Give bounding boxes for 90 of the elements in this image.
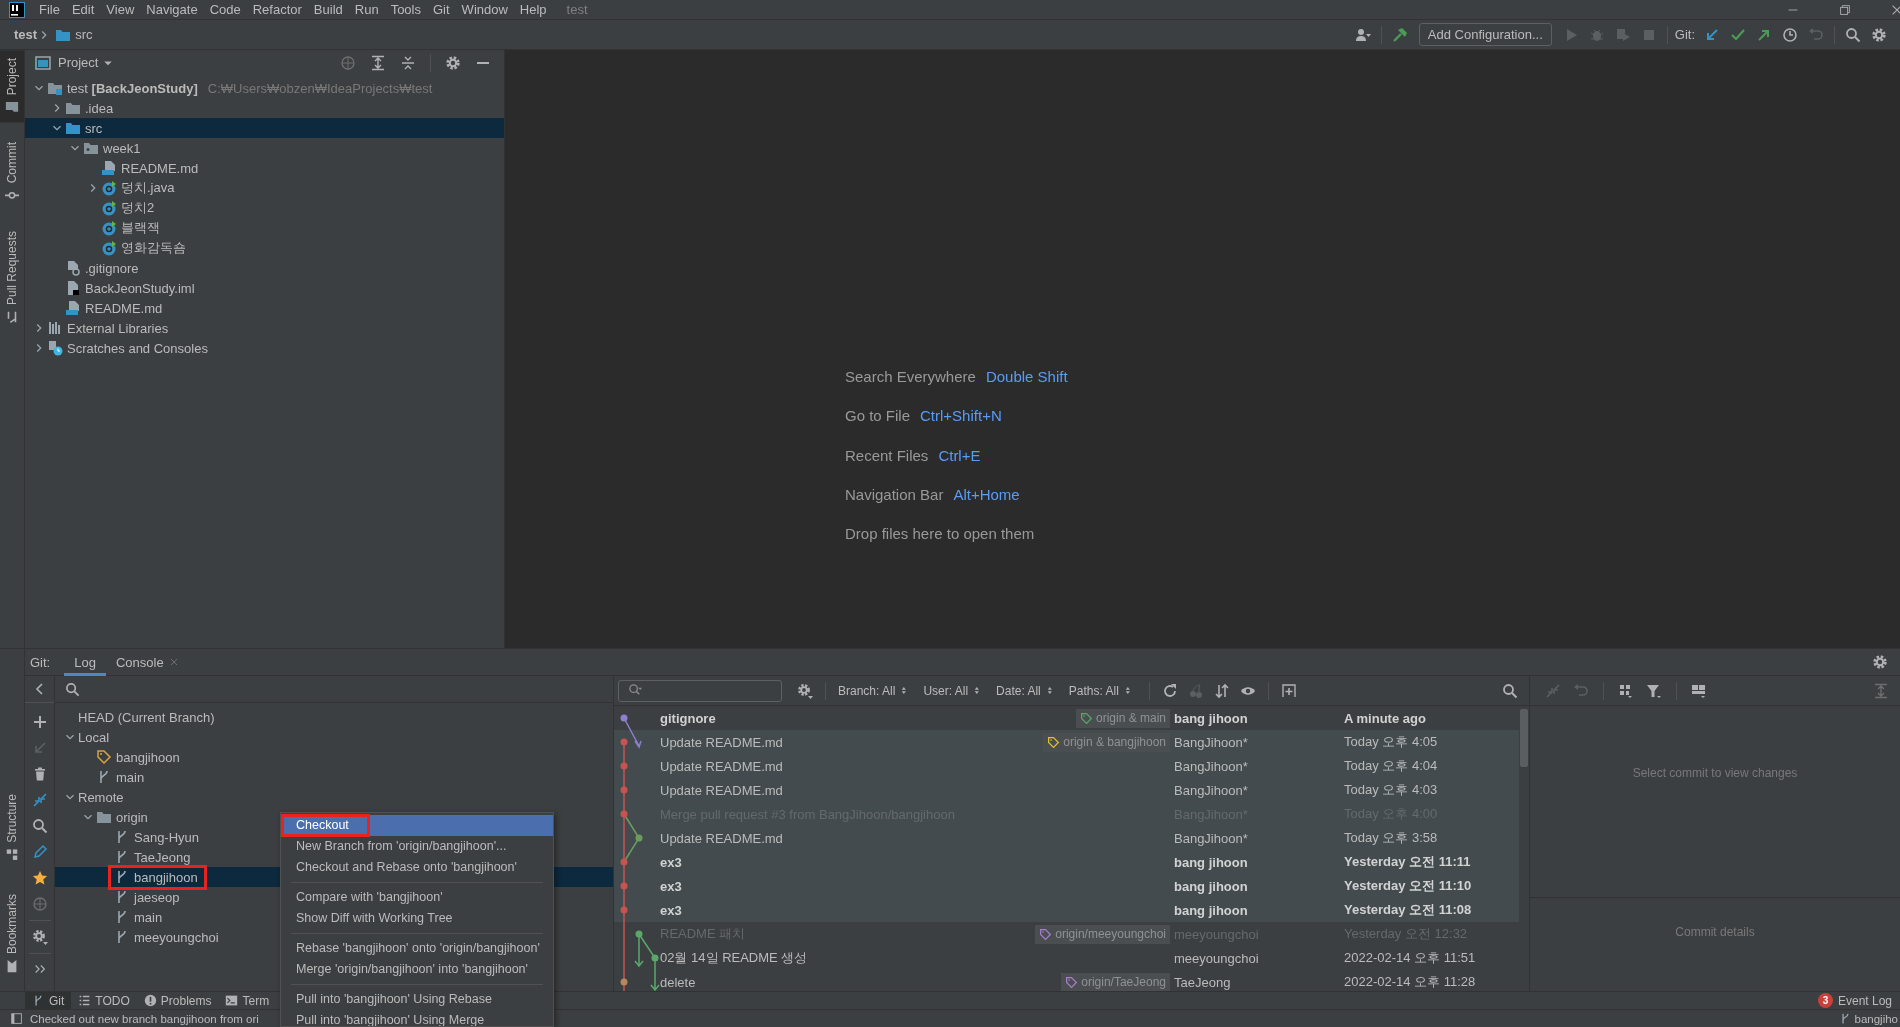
shortcut-text: Alt+Home (953, 485, 1020, 503)
ref-name: origin & main (1095, 711, 1166, 725)
tab-label: Project (5, 58, 19, 96)
tab-label: Pull Requests (5, 230, 19, 305)
tab-label: Git (49, 993, 65, 1008)
file-name: External Libraries (67, 320, 169, 336)
file-name: .idea (85, 100, 114, 116)
branch-name: Remote (78, 789, 124, 805)
count-badge: 3 (1817, 993, 1833, 1008)
shortcut-text: Double Shift (985, 368, 1068, 385)
tab-label: Problems (160, 993, 212, 1008)
commit-message: ex3 (660, 854, 683, 870)
branch-name: HEAD (Current Branch) (78, 709, 215, 725)
file-name: .gitignore (85, 260, 139, 276)
file-name: BackJeonStudy.iml (85, 280, 195, 296)
branch-name: Sang-Hyun (134, 829, 200, 845)
author-name: BangJihoon* (1174, 782, 1249, 798)
button-label: Event Log (1837, 993, 1892, 1008)
file-name: 블랙잭 (121, 219, 160, 237)
author-name: meeyoungchoi (1174, 950, 1260, 966)
author-name: bang jihoon (1174, 902, 1249, 918)
shortcut-text: Ctrl+E (938, 446, 981, 464)
file-path: C:₩Users₩obzen₩IdeaProjects₩test (207, 80, 433, 96)
commit-message: ex3 (660, 878, 683, 894)
author-name: bang jihoon (1174, 710, 1249, 726)
tab-label: Console (115, 654, 164, 670)
status-message: Checked out new branch bangjihoon from ori (30, 1012, 259, 1025)
commit-date: Today 오후 4:05 (1344, 733, 1439, 751)
author-name: BangJihoon* (1174, 830, 1249, 846)
hint-text: Search Everywhere (845, 368, 976, 385)
tab-label: Log (74, 654, 96, 670)
commit-message: Update README.md (660, 782, 784, 798)
tab-label: Commit (5, 142, 19, 184)
file-name: 덩치2 (121, 199, 155, 217)
commit-date: Today 오후 4:04 (1344, 757, 1439, 775)
file-name: week1 (103, 140, 141, 156)
tab-label: TODO (95, 993, 130, 1008)
commit-message: Update README.md (660, 758, 784, 774)
shortcut-text: Ctrl+Shift+N (920, 407, 1002, 425)
file-name: README.md (85, 300, 163, 316)
file-name: README.md (121, 160, 199, 176)
author-name: BangJihoon* (1174, 758, 1249, 774)
author-name: TaeJeong (1174, 974, 1232, 990)
commit-date: Yesterday 오전 11:10 (1344, 877, 1473, 895)
author-name: bang jihoon (1174, 854, 1249, 870)
branch-name: main (134, 909, 163, 925)
commit-message: Update README.md (660, 734, 784, 750)
tab-label: Bookmarks (5, 893, 19, 954)
file-name: 영화감독숌 (121, 239, 186, 257)
commit-date: Today 오후 3:58 (1344, 829, 1439, 847)
ref-name: origin & bangjihoon (1063, 735, 1166, 749)
empty-state-text: Select commit to view changes (1632, 766, 1798, 780)
branch-name: TaeJeong (134, 849, 191, 865)
commit-date: Today 오후 4:03 (1344, 781, 1439, 799)
commit-message: Update README.md (660, 830, 784, 846)
file-name: test [BackJeonStudy] (67, 80, 198, 96)
window-title: test (566, 2, 588, 17)
git-label: Git: (1674, 27, 1695, 42)
commit-date: A minute ago (1344, 710, 1427, 726)
ref-name: origin/TaeJeong (1081, 975, 1166, 989)
branch-name: bangjihoon (116, 749, 180, 765)
hint-text: Navigation Bar (845, 485, 944, 503)
branch-name: bangjihoon (134, 869, 198, 885)
hint-text: Go to File (845, 407, 911, 425)
tab-label: Structure (5, 794, 19, 843)
branch-name: origin (116, 809, 148, 825)
commit-message: ex3 (660, 902, 683, 918)
author-name: bang jihoon (1174, 878, 1249, 894)
branch-name: main (116, 769, 145, 785)
author-name: BangJihoon* (1174, 734, 1249, 750)
branch-name: jaeseop (134, 889, 180, 905)
ref-name: origin/meeyoungchoi (1055, 927, 1166, 941)
tab-label: Term (242, 993, 270, 1008)
commit-date: 2022-02-14 오후 11:51 (1344, 949, 1477, 967)
file-name: Scratches and Consoles (67, 340, 208, 356)
commit-message: delete (660, 974, 697, 990)
panel-label: Git: (30, 654, 51, 670)
file-name: 덩치.java (121, 179, 175, 197)
commit-date: 2022-02-14 오후 11:28 (1344, 973, 1477, 991)
branch-name: meeyoungchoi (134, 929, 219, 945)
hint-text: Recent Files (845, 446, 929, 464)
file-name: src (85, 120, 103, 136)
commit-date: Yesterday 오전 11:11 (1344, 853, 1472, 871)
branch-name: Local (78, 729, 110, 745)
empty-state-text: Commit details (1675, 925, 1755, 939)
commit-date: Yesterday 오전 11:08 (1344, 901, 1473, 919)
commit-message: 02월 14일 README 생성 (660, 949, 809, 967)
commit-message: gitignore (660, 710, 717, 726)
hint-text: Drop files here to open them (845, 525, 1035, 543)
branch-name: bangjiho (1854, 1012, 1898, 1025)
